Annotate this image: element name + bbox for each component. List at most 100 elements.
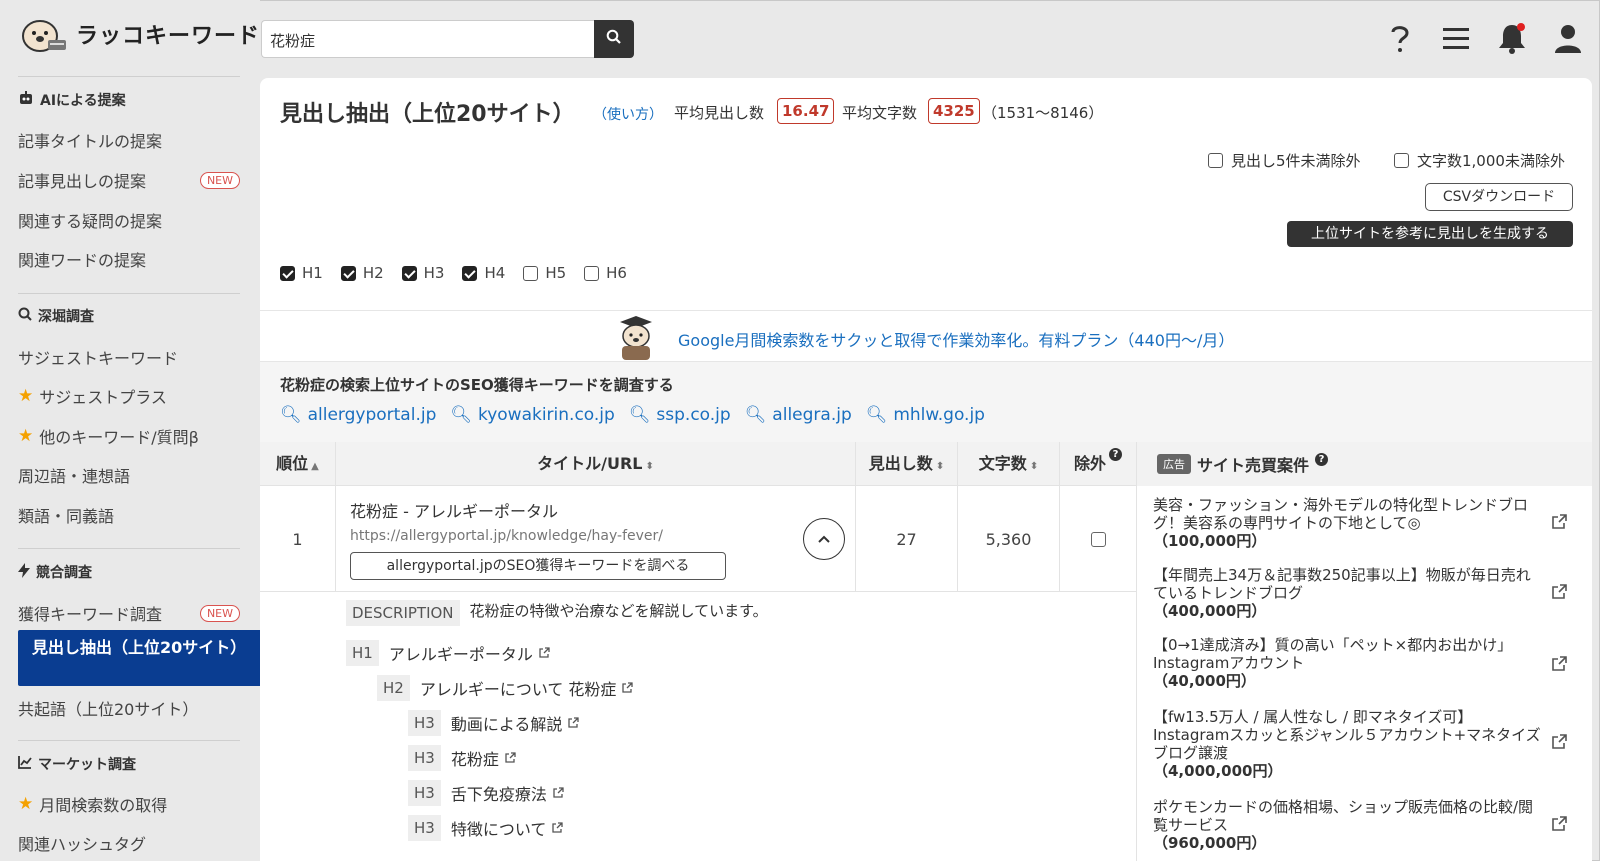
filter-h1[interactable]: H1 [280, 264, 323, 282]
sidebar-item-associations[interactable]: 周辺語・連想語 [18, 463, 240, 487]
sidebar-item-suggest-keyword[interactable]: サジェストキーワード [18, 345, 240, 369]
row-chars: 5,360 [958, 486, 1060, 592]
checkbox[interactable] [584, 265, 600, 281]
ad-item[interactable]: 【年間売上34万＆記事数250記事以上】物販が毎日売れているトレンドブログ （40… [1153, 566, 1543, 620]
search-input[interactable]: 花粉症 [261, 20, 597, 58]
ad-badge: 広告 [1157, 454, 1191, 474]
star-icon: ★ [18, 426, 34, 446]
external-link-icon [567, 714, 580, 733]
sort-icon: ⬍ [645, 461, 654, 472]
new-badge: NEW [199, 604, 240, 622]
ad-item[interactable]: 美容・ファッション・海外モデルの特化型トレンドブログ！美容系の専門サイトの下地と… [1153, 496, 1543, 550]
help-icon[interactable]: ? [1315, 452, 1329, 466]
row-seo-button[interactable]: allergyportal.jpのSEO獲得キーワードを調べる [350, 552, 726, 580]
search-icon: 🔍︎ [280, 405, 302, 425]
sidebar-item-related-suggest[interactable]: 関連ワードの提案 [18, 247, 240, 271]
heading-item[interactable]: H2 アレルギーについて 花粉症 [377, 675, 634, 701]
search-icon: 🔍︎ [744, 405, 767, 425]
external-link-icon[interactable] [1551, 656, 1567, 676]
otter-mascot-icon [612, 314, 660, 360]
row-rank: 1 [260, 486, 336, 592]
sidebar-item-acquired-keywords[interactable]: 獲得キーワード調査 NEW [18, 601, 240, 625]
checkbox[interactable] [401, 265, 417, 281]
external-link-icon[interactable] [1551, 816, 1567, 836]
sidebar: ラッコキーワード AIによる提案 記事タイトルの提案 記事見出しの提案 NEW 関… [0, 0, 260, 861]
page-title: 見出し抽出（上位20サイト） [280, 102, 575, 127]
generate-headings-button[interactable]: 上位サイトを参考に見出しを生成する [1287, 221, 1573, 247]
checkbox[interactable] [340, 265, 356, 281]
bell-icon[interactable] [1494, 20, 1530, 56]
heading-item[interactable]: H3 花粉症 [408, 745, 516, 771]
exclude-under-5-checkbox[interactable]: 見出し5件未満除外 [1208, 150, 1361, 171]
sort-up-icon: ▲ [311, 461, 319, 472]
filter-h5[interactable]: H5 [523, 264, 566, 282]
row-url[interactable]: https://allergyportal.jp/knowledge/hay-f… [350, 528, 663, 544]
logo[interactable]: ラッコキーワード [18, 14, 260, 54]
promo-banner: Google月間検索数をサクッと取得で作業効率化。有料プラン（440円〜/月） [260, 310, 1592, 362]
seo-link-mhlw[interactable]: 🔍︎ mhlw.go.jp [866, 405, 985, 425]
seo-link-ssp[interactable]: 🔍︎ ssp.co.jp [629, 405, 731, 425]
checkbox[interactable] [1208, 153, 1223, 168]
sidebar-item-hashtags[interactable]: 関連ハッシュタグ [18, 831, 240, 855]
sidebar-item-other-keywords[interactable]: ★ 他のキーワード/質問β [18, 424, 240, 448]
sidebar-item-cooccurrence[interactable]: 共起語（上位20サイト） [18, 696, 240, 720]
exclude-checkbox[interactable] [1090, 531, 1106, 547]
user-icon[interactable] [1550, 20, 1586, 56]
external-link-icon[interactable] [1551, 734, 1567, 754]
sidebar-item-heading-suggest[interactable]: 記事見出しの提案 NEW [18, 168, 240, 192]
heading-item[interactable]: H1 アレルギーポータル [346, 640, 550, 666]
ad-item[interactable]: 【fw13.5万人 / 属人性なし / 即マネタイズ可】Instagramスカッ… [1153, 708, 1543, 780]
bolt-icon [18, 562, 30, 582]
external-link-icon[interactable] [1551, 584, 1567, 604]
csv-download-button[interactable]: CSVダウンロード [1425, 183, 1573, 211]
col-title-url[interactable]: タイトル/URL ⬍ [336, 442, 856, 486]
filter-h2[interactable]: H2 [340, 264, 384, 282]
table-row: 1 花粉症 - アレルギーポータル https://allergyportal.… [260, 486, 1136, 592]
search-icon [606, 29, 622, 49]
search-button[interactable] [594, 20, 634, 58]
sort-icon: ⬍ [935, 461, 945, 472]
heading-item[interactable]: H3 特徴について [408, 815, 564, 841]
heading-item[interactable]: H3 舌下免疫療法 [408, 780, 564, 806]
ad-item[interactable]: 【0→1達成済み】質の高い「ペット×都内お出かけ」Instagramアカウント（… [1153, 636, 1543, 690]
row-title[interactable]: 花粉症 - アレルギーポータル [350, 498, 558, 522]
sidebar-divider [18, 293, 240, 294]
help-icon[interactable]: ? [1109, 448, 1122, 461]
checkbox[interactable] [280, 265, 295, 281]
seo-link-allegra[interactable]: 🔍︎ allegra.jp [745, 405, 852, 425]
avg-chars-label: 平均文字数 [842, 104, 918, 122]
menu-icon[interactable] [1438, 20, 1474, 56]
howto-link[interactable]: （使い方） [593, 104, 663, 124]
checkbox[interactable] [1394, 153, 1409, 168]
seo-link-allergyportal[interactable]: 🔍︎ allergyportal.jp [280, 405, 436, 425]
collapse-button[interactable] [803, 518, 845, 560]
ad-item[interactable]: ポケモンカードの価格相場、ショップ販売価格の比較/閲覧サービス （960,000円… [1153, 798, 1543, 852]
col-rank[interactable]: 順位 ▲ [260, 442, 336, 486]
sidebar-head-research: 深堀調査 [18, 306, 94, 326]
col-chars[interactable]: 文字数 ⬍ [958, 442, 1060, 486]
seo-link-kyowakirin[interactable]: 🔍︎ kyowakirin.co.jp [450, 405, 614, 425]
main-panel: 見出し抽出（上位20サイト） （使い方） 平均見出し数 16.47 平均文字数 … [260, 78, 1592, 861]
exclude-under-1000-checkbox[interactable]: 文字数1,000未満除外 [1394, 150, 1565, 171]
sidebar-item-title-suggest[interactable]: 記事タイトルの提案 [18, 128, 240, 152]
help-icon[interactable] [1382, 20, 1418, 56]
paid-plan-link[interactable]: Google月間検索数をサクッと取得で作業効率化。有料プラン（440円〜/月） [678, 327, 1234, 351]
description-line: DESCRIPTION 花粉症の特徴や治療などを解説しています。 [346, 600, 768, 626]
heading-item[interactable]: H3 動画による解説 [408, 710, 580, 736]
description-tag: DESCRIPTION [346, 600, 460, 626]
external-link-icon[interactable] [1551, 514, 1567, 534]
filter-h4[interactable]: H4 [462, 264, 505, 282]
sidebar-item-question-suggest[interactable]: 関連する疑問の提案 [18, 208, 240, 232]
checkbox[interactable] [462, 265, 478, 281]
sidebar-item-synonyms[interactable]: 類語・同義語 [18, 503, 240, 527]
search-icon: 🔍︎ [450, 405, 472, 425]
checkbox[interactable] [523, 265, 539, 281]
sidebar-divider [18, 76, 240, 77]
sidebar-item-heading-extract[interactable]: 見出し抽出（上位20サイト） [18, 630, 260, 686]
sidebar-item-monthly-volume[interactable]: ★ 月間検索数の取得 [18, 792, 240, 816]
filter-h3[interactable]: H3 [401, 264, 444, 282]
sidebar-item-suggest-plus[interactable]: ★ サジェストプラス [18, 384, 240, 408]
filter-h6[interactable]: H6 [584, 264, 627, 282]
row-exclude [1060, 486, 1136, 592]
col-headings[interactable]: 見出し数 ⬍ [856, 442, 958, 486]
